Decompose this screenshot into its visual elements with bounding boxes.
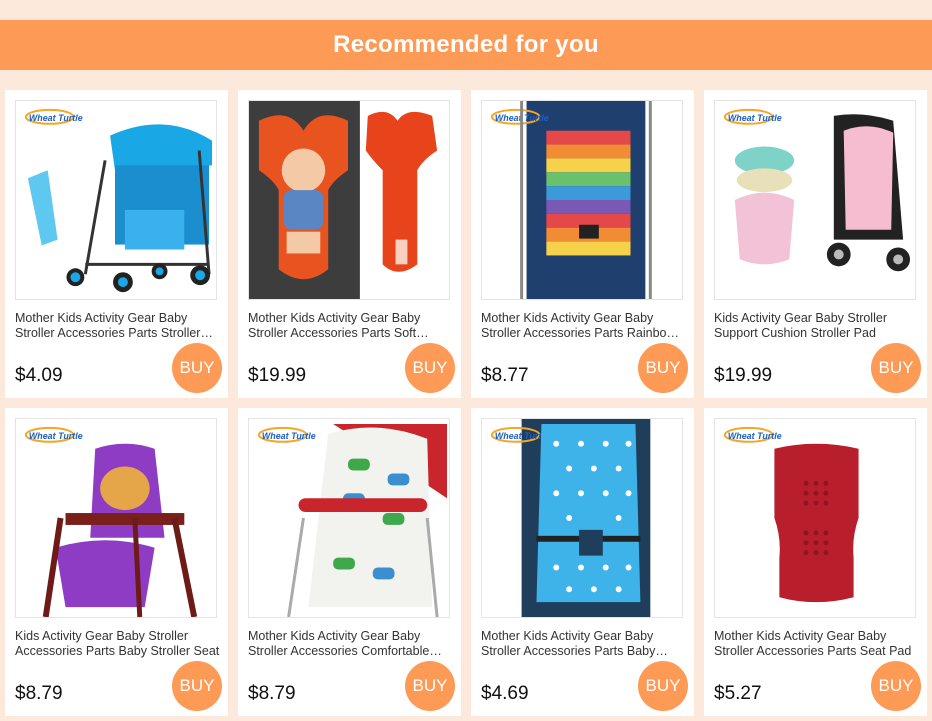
buy-button[interactable]: BUY [871, 343, 921, 393]
recommended-banner: Recommended for you [0, 20, 932, 70]
product-card[interactable]: Wheat Turtle Kids Activity Gear Baby Str… [704, 90, 927, 398]
buy-button[interactable]: BUY [405, 661, 455, 711]
product-card[interactable]: Wheat Turtle Mother Kids Activity Gear B… [238, 408, 461, 716]
product-title[interactable]: Mother Kids Activity Gear Baby Stroller … [481, 311, 686, 341]
svg-text:Wheat Turtle: Wheat Turtle [495, 431, 549, 441]
brand-logo: Wheat Turtle [24, 426, 83, 443]
brand-logo: Wheat Turtle [723, 108, 782, 125]
buy-button[interactable]: BUY [638, 661, 688, 711]
buy-button[interactable]: BUY [638, 343, 688, 393]
product-image[interactable]: Wheat Turtle [714, 418, 916, 618]
svg-text:Wheat Turtle: Wheat Turtle [728, 431, 782, 441]
product-image[interactable]: Wheat Turtle [481, 418, 683, 618]
product-image[interactable]: Wheat Turtle [15, 100, 217, 300]
product-title[interactable]: Mother Kids Activity Gear Baby Stroller … [248, 311, 453, 341]
product-card[interactable]: Wheat Turtle Kids Activity Gear Baby Str… [5, 408, 228, 716]
product-card[interactable]: Wheat Turtle Mother Kids Activity Gear B… [471, 408, 694, 716]
product-card[interactable]: Wheat Turtle Mother Kids Activity Gear B… [704, 408, 927, 716]
product-price: $8.79 [15, 683, 63, 704]
product-title[interactable]: Kids Activity Gear Baby Stroller Support… [714, 311, 919, 341]
product-image[interactable] [248, 100, 450, 300]
product-card[interactable]: Mother Kids Activity Gear Baby Stroller … [238, 90, 461, 398]
brand-logo: Wheat Turtle [24, 108, 83, 125]
product-price: $8.77 [481, 365, 529, 386]
brand-logo: Wheat Turtle [723, 426, 782, 443]
svg-text:Wheat Turtle: Wheat Turtle [29, 113, 83, 123]
product-price: $5.27 [714, 683, 762, 704]
product-title[interactable]: Mother Kids Activity Gear Baby Stroller … [714, 629, 919, 659]
product-image[interactable]: Wheat Turtle [15, 418, 217, 618]
product-price: $8.79 [248, 683, 296, 704]
svg-text:Wheat Turtle: Wheat Turtle [262, 431, 316, 441]
product-image[interactable]: Wheat Turtle [248, 418, 450, 618]
buy-button[interactable]: BUY [172, 343, 222, 393]
banner-title: Recommended for you [333, 31, 599, 58]
product-title[interactable]: Kids Activity Gear Baby Stroller Accesso… [15, 629, 220, 659]
buy-button[interactable]: BUY [405, 343, 455, 393]
brand-logo: Wheat Turtle [490, 426, 549, 443]
svg-text:Wheat Turtle: Wheat Turtle [29, 431, 83, 441]
product-title[interactable]: Mother Kids Activity Gear Baby Stroller … [481, 629, 686, 659]
product-image[interactable]: Wheat Turtle [714, 100, 916, 300]
product-price: $4.09 [15, 365, 63, 386]
product-card[interactable]: Wheat Turtle Mother Kids Activity Gear B… [5, 90, 228, 398]
buy-button[interactable]: BUY [172, 661, 222, 711]
product-title[interactable]: Mother Kids Activity Gear Baby Stroller … [248, 629, 453, 659]
product-price: $19.99 [248, 365, 307, 386]
product-price: $4.69 [481, 683, 529, 704]
product-image[interactable]: Wheat Turtle [481, 100, 683, 300]
brand-logo: Wheat Turtle [257, 426, 316, 443]
product-title[interactable]: Mother Kids Activity Gear Baby Stroller … [15, 311, 220, 341]
product-card[interactable]: Wheat Turtle Mother Kids Activity Gear B… [471, 90, 694, 398]
buy-button[interactable]: BUY [871, 661, 921, 711]
product-grid: Wheat Turtle Mother Kids Activity Gear B… [5, 90, 927, 716]
product-price: $19.99 [714, 365, 773, 386]
svg-text:Wheat Turtle: Wheat Turtle [728, 113, 782, 123]
